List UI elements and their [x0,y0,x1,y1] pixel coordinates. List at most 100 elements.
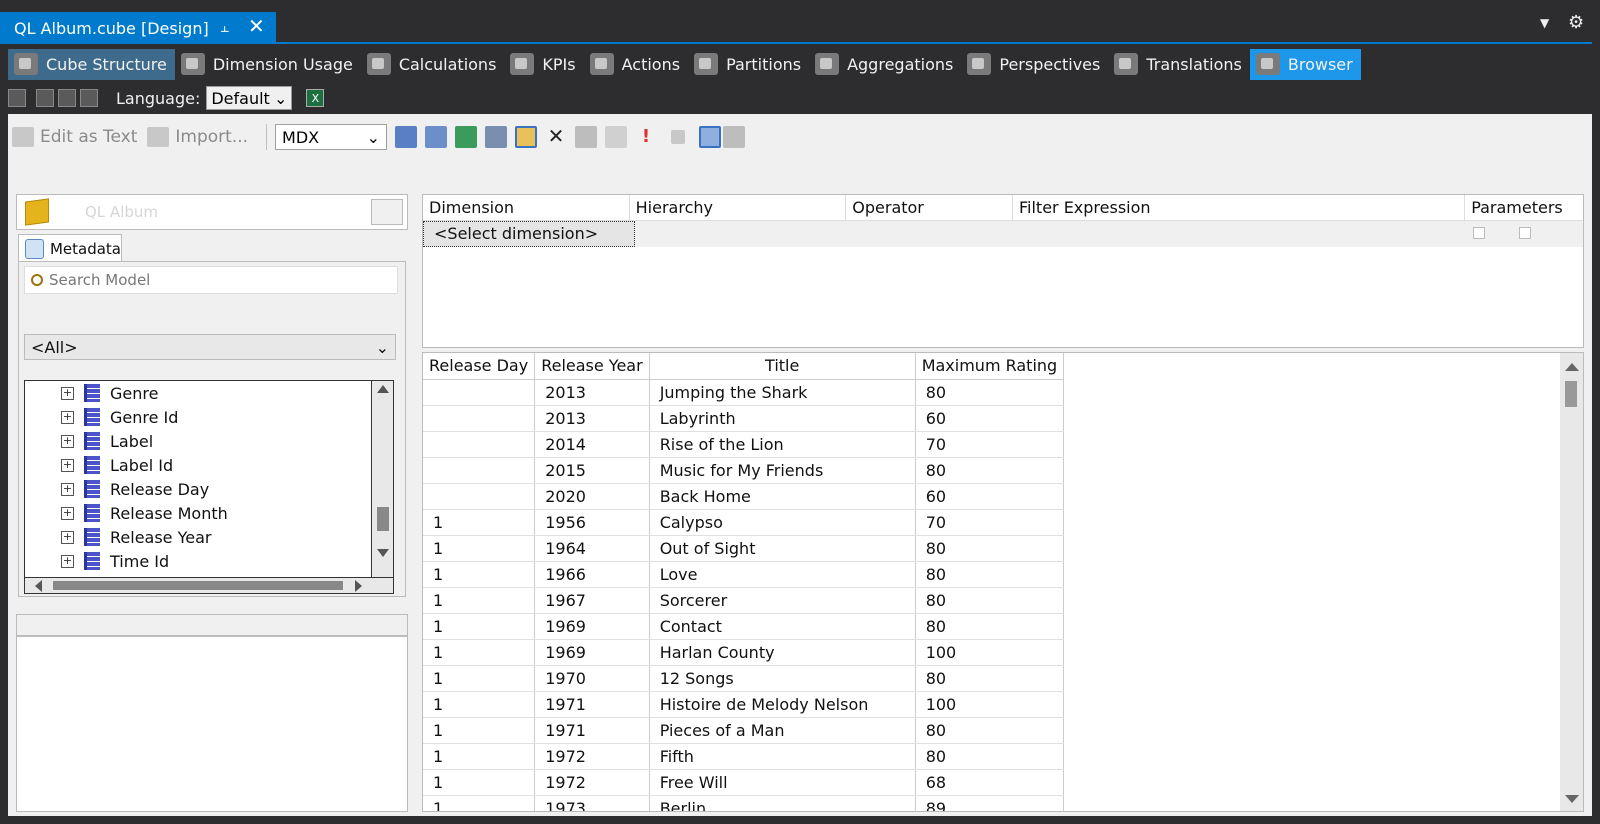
execute-icon[interactable] [575,126,598,148]
table-cell[interactable]: Out of Sight [649,535,916,562]
table-cell[interactable]: 80 [915,561,1065,588]
table-cell[interactable]: Free Will [649,769,916,796]
calculated-member-icon[interactable] [425,126,448,148]
tab-dimension-usage[interactable]: Dimension Usage [175,49,361,80]
scroll-thumb[interactable] [53,581,343,590]
tab-partitions[interactable]: Partitions [688,49,809,80]
table-cell[interactable]: 1966 [534,561,650,588]
query-type-select[interactable]: MDX ⌄ [275,124,388,150]
table-cell[interactable]: Contact [649,613,916,640]
tree-item[interactable]: + Time Id [25,549,371,573]
tab-translations[interactable]: Translations [1108,49,1250,80]
table-cell[interactable]: Histoire de Melody Nelson [649,691,916,718]
column-header-release-year[interactable]: Release Year [534,353,650,380]
cube-browse-button[interactable] [371,199,403,225]
table-cell[interactable]: 1 [423,665,536,692]
tree-horizontal-scrollbar[interactable] [24,578,394,594]
show-filter-icon[interactable] [699,126,722,148]
tree-item[interactable]: + Label Id [25,453,371,477]
scroll-down-icon[interactable] [377,549,389,557]
tab-browser[interactable]: Browser [1249,48,1361,80]
table-cell[interactable]: 100 [915,691,1065,718]
scroll-thumb[interactable] [377,507,389,531]
table-cell[interactable]: 100 [915,639,1065,666]
table-cell[interactable]: Labyrinth [649,405,916,432]
scroll-up-icon[interactable] [377,385,389,393]
scroll-right-icon[interactable] [355,580,362,592]
table-cell[interactable]: Music for My Friends [649,457,916,484]
result-vertical-scrollbar[interactable] [1560,352,1584,812]
table-cell[interactable]: 80 [915,535,1065,562]
tab-cube-structure[interactable]: Cube Structure [8,48,175,80]
table-cell[interactable]: 1 [423,743,536,770]
table-cell[interactable]: 80 [915,743,1065,770]
table-cell[interactable] [423,483,536,510]
table-cell[interactable]: 1 [423,691,536,718]
table-cell[interactable]: 1969 [534,613,650,640]
column-header-title[interactable]: Title [649,353,916,380]
process-icon[interactable] [58,89,76,107]
table-cell[interactable]: Sorcerer [649,587,916,614]
measure-group-select[interactable]: <All> ⌄ [24,334,396,360]
show-empty-cells-icon[interactable] [485,126,508,148]
table-cell[interactable]: 80 [915,379,1065,406]
gear-icon[interactable]: ⚙ [1568,12,1584,33]
tree-vertical-scrollbar[interactable] [372,380,394,578]
expand-icon[interactable]: + [61,386,74,400]
table-cell[interactable]: Back Home [649,483,916,510]
parameters-checkbox[interactable] [1473,227,1485,239]
table-cell[interactable]: Rise of the Lion [649,431,916,458]
table-cell[interactable]: 1972 [534,743,650,770]
tree-item[interactable]: + Release Year [25,525,371,549]
tab-aggregations[interactable]: Aggregations [809,49,961,80]
scroll-left-icon[interactable] [35,580,42,592]
table-cell[interactable]: Pieces of a Man [649,717,916,744]
table-cell[interactable]: 1971 [534,717,650,744]
language-select[interactable]: Default ⌄ [206,86,293,110]
table-cell[interactable]: 60 [915,405,1065,432]
table-cell[interactable]: 1972 [534,769,650,796]
tab-perspectives[interactable]: Perspectives [961,49,1108,80]
table-cell[interactable] [423,379,536,406]
tree-item[interactable]: + Release Month [25,501,371,525]
cube-selector[interactable]: QL Album [16,194,408,230]
table-cell[interactable]: 70 [915,431,1065,458]
table-cell[interactable]: Jumping the Shark [649,379,916,406]
expand-icon[interactable]: + [61,482,74,496]
tab-actions[interactable]: Actions [584,49,688,80]
table-cell[interactable]: Fifth [649,743,916,770]
parameters-checkbox[interactable] [1519,227,1531,239]
reconnect-icon[interactable] [8,89,26,107]
edit-as-text-button[interactable]: Edit as Text [12,127,137,147]
table-cell[interactable]: 80 [915,717,1065,744]
table-cell[interactable]: 2015 [534,457,650,484]
tab-calculations[interactable]: Calculations [361,49,505,80]
table-cell[interactable]: 12 Songs [649,665,916,692]
table-cell[interactable]: Love [649,561,916,588]
table-cell[interactable]: 1 [423,795,536,811]
table-cell[interactable]: 2020 [534,483,650,510]
pin-icon[interactable]: ⫠ [220,18,229,36]
auto-execute-icon[interactable] [515,126,538,148]
table-cell[interactable]: 1 [423,769,536,796]
table-cell[interactable]: 70 [915,509,1065,536]
search-input[interactable]: Search Model [24,266,398,294]
document-tab[interactable]: QL Album.cube [Design] ⫠ ✕ [0,12,276,44]
cancel-query-icon[interactable] [671,130,686,144]
tab-dropdown-icon[interactable]: ▼ [1540,16,1549,30]
column-header-maximum-rating[interactable]: Maximum Rating [915,353,1065,380]
tree-item[interactable]: + Release Day [25,477,371,501]
expand-icon[interactable]: + [61,554,74,568]
refresh-icon[interactable] [605,126,628,148]
table-cell[interactable]: Calypso [649,509,916,536]
tree-item[interactable]: + Genre Id [25,405,371,429]
import-button[interactable]: Import... [147,127,248,147]
delete-icon[interactable]: ✕ [545,126,567,148]
design-mode-icon[interactable] [395,126,418,148]
table-cell[interactable] [423,431,536,458]
excel-icon[interactable]: X [306,89,325,107]
table-cell[interactable]: 1970 [534,665,650,692]
change-user-icon[interactable] [36,89,54,107]
alert-icon[interactable]: ! [635,126,657,148]
table-cell[interactable]: 80 [915,665,1065,692]
